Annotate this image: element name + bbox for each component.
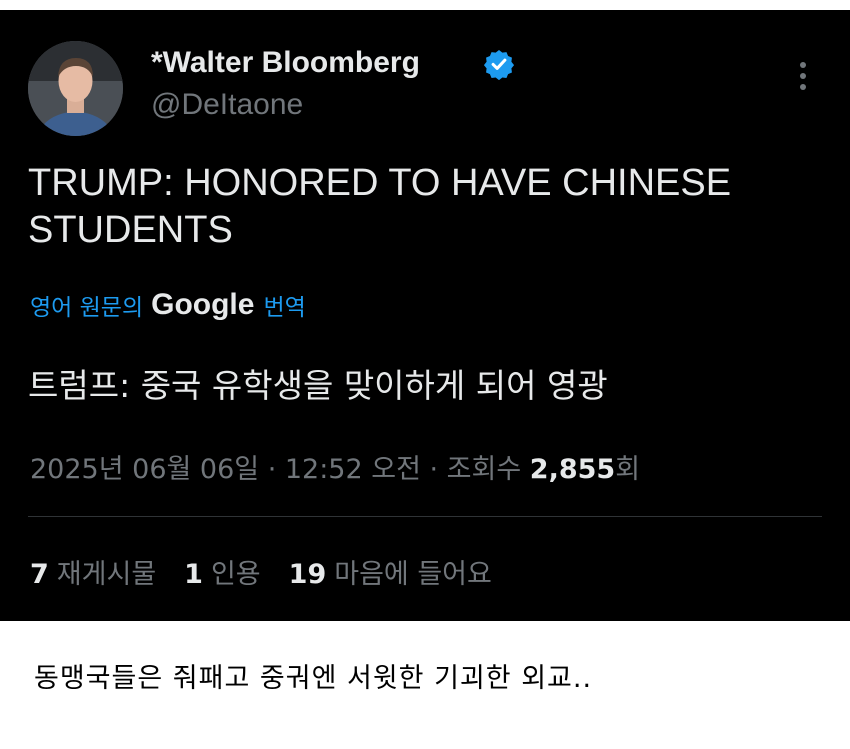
more-options-icon[interactable] (796, 62, 810, 96)
view-count: 2,855 (529, 454, 616, 485)
reposts-count: 7 (30, 559, 49, 590)
user-handle[interactable]: @DeItaone (151, 88, 303, 122)
quotes-label: 인용 (210, 559, 261, 590)
reposts-stat[interactable]: 7 재게시물 (30, 552, 156, 591)
likes-label: 마음에 들어요 (334, 559, 492, 590)
top-strip (0, 0, 850, 10)
timestamp[interactable]: 2025년 06월 06일 · 12:52 오전 · 조회수 (30, 454, 521, 485)
view-count-suffix: 회 (615, 454, 641, 485)
divider (28, 516, 822, 517)
quotes-count: 1 (184, 559, 203, 590)
tweet-meta: 2025년 06월 06일 · 12:52 오전 · 조회수 2,855회 (30, 447, 640, 486)
tweet-card: *Walter Bloomberg @DeItaone TRUMP: HONOR… (0, 10, 850, 621)
reposts-label: 재게시물 (56, 559, 157, 590)
post-caption: 동맹국들은 줘패고 중궈엔 서윗한 기괴한 외교.. (34, 663, 593, 694)
likes-count: 19 (288, 559, 327, 590)
likes-stat[interactable]: 19 마음에 들어요 (289, 552, 492, 591)
translate-prefix: 영어 원문의 (30, 295, 144, 321)
google-logo: Google (151, 288, 255, 321)
translated-text: 트럼프: 중국 유학생을 맞이하게 되어 영광 (28, 366, 608, 405)
display-name[interactable]: *Walter Bloomberg (151, 46, 420, 80)
translate-suffix: 번역 (263, 295, 306, 321)
avatar[interactable] (28, 41, 123, 136)
engagement-stats: 7 재게시물 1 인용 19 마음에 들어요 (30, 552, 520, 591)
verified-badge-icon (483, 50, 515, 80)
tweet-text: TRUMP: HONORED TO HAVE CHINESE STUDENTS (28, 162, 732, 251)
translation-attribution[interactable]: 영어 원문의 Google 번역 (30, 288, 306, 322)
quotes-stat[interactable]: 1 인용 (184, 552, 260, 591)
